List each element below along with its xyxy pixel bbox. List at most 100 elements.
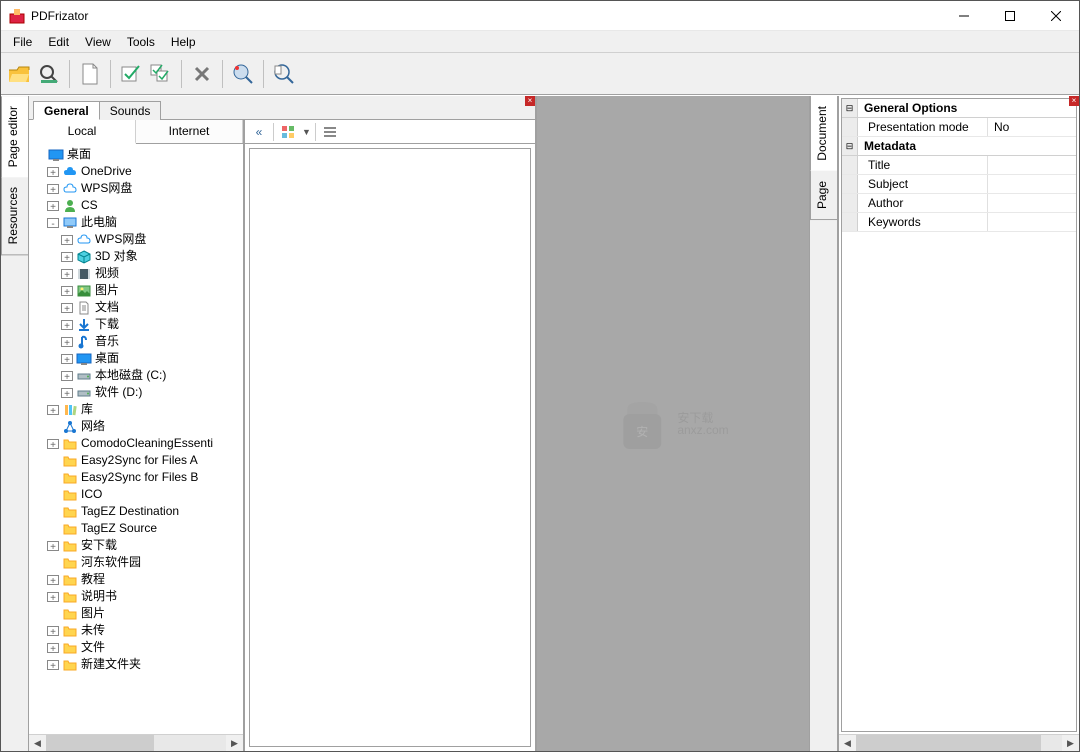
- tree-item[interactable]: Easy2Sync for Files A: [31, 452, 243, 469]
- expand-icon[interactable]: +: [47, 184, 59, 194]
- tree-item[interactable]: +未传: [31, 622, 243, 639]
- prop-title-value[interactable]: [988, 156, 1076, 174]
- tree-item[interactable]: +WPS网盘: [31, 180, 243, 197]
- preview-canvas[interactable]: 安 安下载 anxz.com: [537, 96, 809, 751]
- tree-item[interactable]: + CS: [31, 197, 243, 214]
- tree-item[interactable]: +文档: [31, 299, 243, 316]
- folder-icon: [62, 487, 78, 503]
- prop-subject-value[interactable]: [988, 175, 1076, 193]
- tree-item[interactable]: +ComodoCleaningEssenti: [31, 435, 243, 452]
- minimize-button[interactable]: [941, 1, 987, 31]
- tree-item[interactable]: +软件 (D:): [31, 384, 243, 401]
- tree-item[interactable]: 桌面: [31, 146, 243, 163]
- view-list-button[interactable]: [320, 122, 340, 142]
- tree-item[interactable]: +音乐: [31, 333, 243, 350]
- expand-icon[interactable]: +: [61, 320, 73, 330]
- collapse-button[interactable]: «: [249, 122, 269, 142]
- expand-icon[interactable]: +: [47, 541, 59, 551]
- subtab-local[interactable]: Local: [29, 120, 136, 144]
- subtab-internet[interactable]: Internet: [136, 120, 243, 143]
- tree-item[interactable]: ICO: [31, 486, 243, 503]
- tree-item[interactable]: TagEZ Destination: [31, 503, 243, 520]
- tree-item[interactable]: +文件: [31, 639, 243, 656]
- expand-icon[interactable]: +: [61, 269, 73, 279]
- expand-icon[interactable]: +: [47, 592, 59, 602]
- main-area: Page editor Resources × General Sounds L…: [1, 95, 1079, 751]
- tree-item[interactable]: 图片: [31, 605, 243, 622]
- expand-icon[interactable]: +: [61, 252, 73, 262]
- tree-item[interactable]: +下载: [31, 316, 243, 333]
- zoom-reset-button[interactable]: [229, 57, 257, 91]
- view-grid-button[interactable]: [278, 122, 298, 142]
- search-button[interactable]: [35, 57, 63, 91]
- expand-icon[interactable]: +: [47, 660, 59, 670]
- tree-item[interactable]: +桌面: [31, 350, 243, 367]
- tree-item[interactable]: 网络: [31, 418, 243, 435]
- maximize-button[interactable]: [987, 1, 1033, 31]
- tab-sounds[interactable]: Sounds: [99, 101, 162, 120]
- expand-icon[interactable]: +: [61, 235, 73, 245]
- expand-icon[interactable]: +: [47, 626, 59, 636]
- prop-keywords-value[interactable]: [988, 213, 1076, 231]
- menu-edit[interactable]: Edit: [40, 33, 77, 51]
- prop-presentation-mode-value[interactable]: No: [988, 118, 1076, 136]
- pane-close-button[interactable]: ×: [525, 96, 535, 106]
- expand-icon[interactable]: +: [61, 388, 73, 398]
- tree-item[interactable]: +图片: [31, 282, 243, 299]
- tree-item[interactable]: -此电脑: [31, 214, 243, 231]
- check-single-button[interactable]: [117, 57, 145, 91]
- folder-tree[interactable]: 桌面+OneDrive+WPS网盘+CS-此电脑+WPS网盘+3D 对象+视频+…: [29, 144, 243, 734]
- tree-hscrollbar[interactable]: ◀▶: [29, 734, 243, 751]
- open-folder-button[interactable]: [5, 57, 33, 91]
- tree-item[interactable]: +新建文件夹: [31, 656, 243, 673]
- delete-button[interactable]: [188, 57, 216, 91]
- collapse-icon[interactable]: -: [47, 218, 59, 228]
- tree-item[interactable]: Easy2Sync for Files B: [31, 469, 243, 486]
- tree-item[interactable]: +教程: [31, 571, 243, 588]
- dropdown-icon[interactable]: ▼: [302, 127, 311, 137]
- check-multi-button[interactable]: [147, 57, 175, 91]
- folder-icon: [62, 436, 78, 452]
- expand-icon[interactable]: +: [47, 643, 59, 653]
- close-button[interactable]: [1033, 1, 1079, 31]
- tree-item[interactable]: +库: [31, 401, 243, 418]
- tree-item[interactable]: +OneDrive: [31, 163, 243, 180]
- expand-icon[interactable]: +: [47, 575, 59, 585]
- new-page-button[interactable]: [76, 57, 104, 91]
- expand-icon[interactable]: +: [47, 405, 59, 415]
- tree-item[interactable]: TagEZ Source: [31, 520, 243, 537]
- tree-item[interactable]: +3D 对象: [31, 248, 243, 265]
- prop-author-value[interactable]: [988, 194, 1076, 212]
- menu-view[interactable]: View: [77, 33, 119, 51]
- expand-icon[interactable]: +: [61, 337, 73, 347]
- expand-icon[interactable]: +: [61, 286, 73, 296]
- menu-tools[interactable]: Tools: [119, 33, 163, 51]
- collapse-icon[interactable]: ⊟: [842, 99, 858, 117]
- expand-icon[interactable]: +: [61, 371, 73, 381]
- tree-item[interactable]: +WPS网盘: [31, 231, 243, 248]
- expand-icon[interactable]: +: [47, 167, 59, 177]
- pane-close-button[interactable]: ×: [1069, 96, 1079, 106]
- tree-item[interactable]: +说明书: [31, 588, 243, 605]
- collapse-icon[interactable]: ⊟: [842, 137, 858, 155]
- expand-icon[interactable]: +: [61, 303, 73, 313]
- thumbnail-list[interactable]: [249, 148, 531, 747]
- properties-hscrollbar[interactable]: ◀▶: [839, 734, 1079, 751]
- tab-page-editor[interactable]: Page editor: [1, 96, 28, 177]
- menu-help[interactable]: Help: [163, 33, 204, 51]
- folder-icon: [62, 640, 78, 656]
- tab-resources[interactable]: Resources: [1, 177, 28, 255]
- tab-page[interactable]: Page: [810, 171, 837, 220]
- tree-item[interactable]: +视频: [31, 265, 243, 282]
- tab-document[interactable]: Document: [810, 96, 837, 171]
- tree-item[interactable]: +安下载: [31, 537, 243, 554]
- menu-file[interactable]: File: [5, 33, 40, 51]
- tree-item-label: CS: [81, 197, 98, 214]
- zoom-fit-button[interactable]: [270, 57, 298, 91]
- expand-icon[interactable]: +: [47, 201, 59, 211]
- expand-icon[interactable]: +: [61, 354, 73, 364]
- tree-item[interactable]: +本地磁盘 (C:): [31, 367, 243, 384]
- tree-item[interactable]: 河东软件园: [31, 554, 243, 571]
- tab-general[interactable]: General: [33, 101, 100, 120]
- expand-icon[interactable]: +: [47, 439, 59, 449]
